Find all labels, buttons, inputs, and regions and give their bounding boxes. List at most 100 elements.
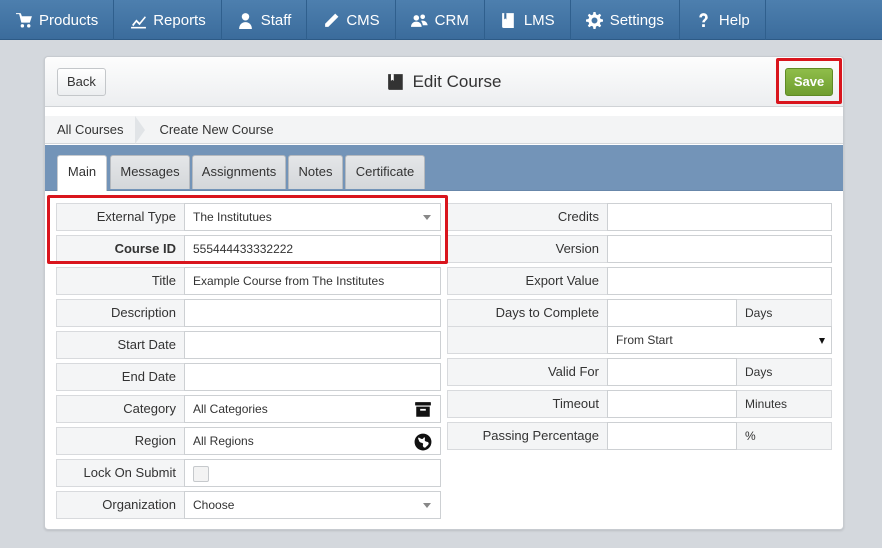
field-label: Passing Percentage (447, 422, 608, 450)
valid-for-input[interactable] (607, 358, 737, 386)
nav-label: CMS (346, 11, 380, 29)
book-icon (500, 11, 518, 29)
row-credits: Credits (447, 203, 832, 231)
nav-item-crm[interactable]: CRM (396, 0, 485, 40)
field-label: End Date (56, 363, 185, 391)
cart-icon (15, 11, 33, 29)
chevron-down-icon (819, 338, 825, 344)
breadcrumb-separator (135, 115, 146, 144)
nav-item-help[interactable]: Help (680, 0, 766, 40)
field-label: Export Value (447, 267, 608, 295)
field-label: Category (56, 395, 185, 423)
nav-item-products[interactable]: Products (0, 0, 115, 40)
row-region: Region All Regions (56, 427, 441, 455)
chevron-down-icon (423, 503, 431, 508)
row-lock-on-submit: Lock On Submit (56, 459, 441, 487)
unit-label: % (736, 422, 832, 450)
pencil-icon (322, 11, 340, 29)
days-to-complete-input[interactable] (607, 299, 737, 327)
field-label: Valid For (447, 358, 608, 386)
nav-label: Reports (153, 11, 206, 29)
region-select[interactable]: All Regions (184, 427, 441, 455)
field-label: Region (56, 427, 185, 455)
field-label: Description (56, 299, 185, 327)
export-value-input[interactable] (607, 267, 832, 295)
globe-icon[interactable] (414, 433, 432, 451)
tab-bar: Main Messages Assignments Notes Certific… (45, 145, 843, 191)
panel-header: Edit Course Back Save (45, 57, 843, 107)
row-export-value: Export Value (447, 267, 832, 295)
page-title-text: Edit Course (412, 72, 502, 91)
row-from-start: From Start (447, 326, 832, 354)
field-label: Credits (447, 203, 608, 231)
tab-messages[interactable]: Messages (110, 155, 190, 189)
field-label: Days to Complete (447, 299, 608, 327)
row-valid-for: Valid For Days (447, 358, 832, 386)
unit-label: Days (736, 299, 832, 327)
lock-on-submit-checkbox[interactable] (193, 466, 209, 482)
nav-item-cms[interactable]: CMS (307, 0, 396, 40)
row-days-to-complete: Days to Complete Days (447, 299, 832, 327)
lock-on-submit-cell (184, 459, 441, 487)
start-date-input[interactable] (184, 331, 441, 359)
organization-select[interactable]: Choose (184, 491, 441, 519)
row-start-date: Start Date (56, 331, 441, 359)
breadcrumb: All Courses Create New Course (45, 115, 843, 144)
field-label: Organization (56, 491, 185, 519)
region-value: All Regions (193, 434, 254, 448)
field-label: Lock On Submit (56, 459, 185, 487)
field-label: Timeout (447, 390, 608, 418)
people-icon (411, 11, 429, 29)
nav-label: Products (39, 11, 99, 29)
version-input[interactable] (607, 235, 832, 263)
nav-item-staff[interactable]: Staff (222, 0, 308, 40)
nav-label: Staff (260, 11, 292, 29)
nav-label: Settings (609, 11, 664, 29)
nav-item-settings[interactable]: Settings (571, 0, 680, 40)
row-timeout: Timeout Minutes (447, 390, 832, 418)
end-date-input[interactable] (184, 363, 441, 391)
organization-value: Choose (193, 498, 235, 512)
field-label: Title (56, 267, 185, 295)
tab-main[interactable]: Main (57, 155, 107, 191)
credits-input[interactable] (607, 203, 832, 231)
nav-item-lms[interactable]: LMS (485, 0, 571, 40)
row-description: Description (56, 299, 441, 327)
tab-certificate[interactable]: Certificate (345, 155, 425, 189)
row-passing-percentage: Passing Percentage % (447, 422, 832, 450)
unit-label: Days (736, 358, 832, 386)
row-organization: Organization Choose (56, 491, 441, 519)
row-end-date: End Date (56, 363, 441, 391)
breadcrumb-all-courses[interactable]: All Courses (45, 116, 135, 144)
nav-label: Help (718, 11, 750, 29)
breadcrumb-create-new-course: Create New Course (159, 121, 274, 137)
field-label-empty (447, 326, 608, 354)
back-button[interactable]: Back (57, 68, 106, 96)
description-input[interactable] (184, 299, 441, 327)
chart-icon (129, 11, 147, 29)
category-select[interactable]: All Categories (184, 395, 441, 423)
field-label: Start Date (56, 331, 185, 359)
book-icon (387, 74, 403, 90)
category-value: All Categories (193, 402, 268, 416)
nav-label: LMS (523, 11, 555, 29)
row-title: Title Example Course from The Institutes (56, 267, 441, 295)
field-label: Version (447, 235, 608, 263)
from-start-select[interactable]: From Start (607, 326, 832, 354)
row-category: Category All Categories (56, 395, 441, 423)
tab-assignments[interactable]: Assignments (192, 155, 286, 189)
gear-icon (586, 11, 604, 29)
from-start-value: From Start (616, 333, 673, 347)
person-icon (237, 11, 255, 29)
unit-label: Minutes (736, 390, 832, 418)
nav-item-reports[interactable]: Reports (114, 0, 222, 40)
fields-highlight-box (47, 195, 448, 264)
archive-icon[interactable] (414, 401, 432, 419)
timeout-input[interactable] (607, 390, 737, 418)
title-input[interactable]: Example Course from The Institutes (184, 267, 441, 295)
passing-percentage-input[interactable] (607, 422, 737, 450)
nav-label: CRM (434, 11, 469, 29)
tab-notes[interactable]: Notes (288, 155, 343, 189)
question-icon (695, 11, 713, 29)
page-title: Edit Course (45, 57, 843, 107)
